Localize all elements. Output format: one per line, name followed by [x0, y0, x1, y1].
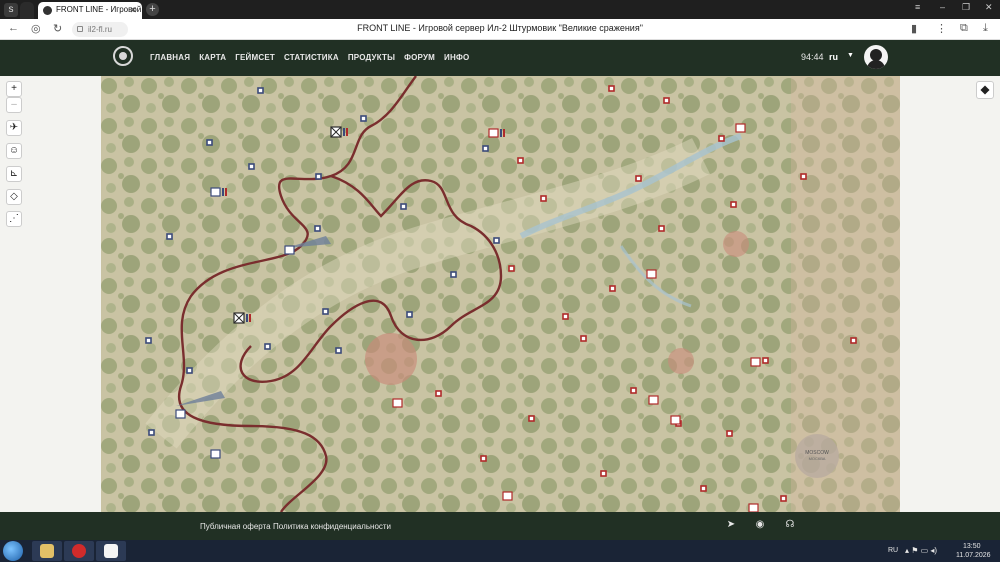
aircraft-filter-icon[interactable]: ✈ [6, 120, 22, 136]
opera-icon [72, 544, 86, 558]
danger-zone [723, 231, 749, 257]
telegram-icon[interactable]: ➤ [725, 519, 737, 531]
support-icon[interactable]: ☊ [784, 519, 796, 531]
bookmark-icon[interactable]: ▮ [911, 22, 917, 35]
ruler-icon[interactable]: ⊾ [6, 166, 22, 182]
address-bar: ← ◎ ↻ il2-fl.ru FRONT LINE - Игровой сер… [0, 19, 1000, 40]
privacy-link[interactable]: Политика конфиденциальности [273, 522, 391, 531]
players-icon[interactable]: ☺ [6, 143, 22, 159]
menu-item-gameset[interactable]: ГЕЙМСЕТ [235, 53, 275, 62]
site-logo-icon[interactable] [113, 46, 133, 66]
mission-timer: 94:44 [801, 52, 824, 62]
site-header: ГЛАВНАЯ КАРТА ГЕЙМСЕТ СТАТИСТИКА ПРОДУКТ… [0, 40, 1000, 76]
site-footer: Публичная оферта Политика конфиденциальн… [0, 512, 1000, 540]
start-button[interactable] [3, 541, 23, 561]
restore-icon[interactable]: ❐ [962, 2, 970, 13]
danger-zone [668, 348, 694, 374]
close-window-icon[interactable]: ✕ [985, 2, 993, 13]
clock-date: 11.07.2026 [956, 552, 991, 559]
os-taskbar: RU ▴ ⚑ ▭ ◂) 13:50 11.07.2026 [0, 540, 1000, 562]
browser-tab-active[interactable]: FRONT LINE - Игровой ✕ [38, 2, 142, 19]
menu-item-products[interactable]: ПРОДУКТЫ [348, 53, 395, 62]
clock-time: 13:50 [963, 543, 981, 550]
danger-zone [365, 333, 417, 385]
zoom-out-button[interactable]: – [6, 97, 22, 113]
menu-item-stats[interactable]: СТАТИСТИКА [284, 53, 339, 62]
user-avatar[interactable] [864, 45, 888, 69]
browser-menu-icon[interactable]: s [4, 3, 18, 17]
discord-icon[interactable]: ◉ [754, 519, 766, 531]
yandex-browser-app[interactable] [96, 541, 126, 561]
browser-tab-inactive[interactable] [20, 2, 34, 19]
layers-icon[interactable] [976, 81, 994, 99]
eraser-icon[interactable]: ◇ [6, 189, 22, 205]
extensions-icon[interactable]: ⧉ [960, 22, 968, 35]
language-select[interactable]: ru [829, 52, 838, 62]
input-language[interactable]: RU [888, 547, 898, 554]
browser-menu-lines-icon[interactable]: ≡ [915, 2, 920, 12]
main-menu: ГЛАВНАЯ КАРТА ГЕЙМСЕТ СТАТИСТИКА ПРОДУКТ… [150, 53, 469, 62]
map-canvas[interactable]: MOSCOW МОСКВА [101, 76, 900, 512]
city-label-ru: МОСКВА [809, 456, 826, 461]
menu-item-info[interactable]: ИНФО [444, 53, 469, 62]
folder-icon [40, 544, 54, 558]
waypoints-icon[interactable]: ⋰ [6, 211, 22, 227]
tray-icons[interactable]: ▴ ⚑ ▭ ◂) [905, 546, 937, 555]
more-options-icon[interactable]: ⋮ [936, 22, 947, 35]
zoom-in-button[interactable]: + [6, 81, 22, 97]
site-favicon-icon [43, 6, 52, 15]
chevron-down-icon[interactable]: ▼ [847, 52, 854, 59]
menu-item-forum[interactable]: ФОРУМ [404, 53, 435, 62]
yandex-icon [104, 544, 118, 558]
page-title: FRONT LINE - Игровой сервер Ил-2 Штурмов… [357, 23, 643, 33]
offer-link[interactable]: Публичная оферта [200, 522, 271, 531]
new-tab-button[interactable]: + [146, 3, 159, 16]
download-icon[interactable]: ⤓ [983, 22, 988, 35]
explorer-app[interactable] [32, 541, 62, 561]
opera-app[interactable] [64, 541, 94, 561]
minimize-icon[interactable]: – [940, 2, 945, 12]
close-tab-icon[interactable]: ✕ [129, 2, 137, 18]
menu-item-map[interactable]: КАРТА [199, 53, 226, 62]
browser-tab-bar: s FRONT LINE - Игровой ✕ + ≡ – ❐ ✕ [0, 0, 1000, 19]
menu-item-home[interactable]: ГЛАВНАЯ [150, 53, 190, 62]
campaign-map[interactable]: MOSCOW МОСКВА [101, 76, 900, 512]
tab-title: FRONT LINE - Игровой [56, 5, 142, 14]
